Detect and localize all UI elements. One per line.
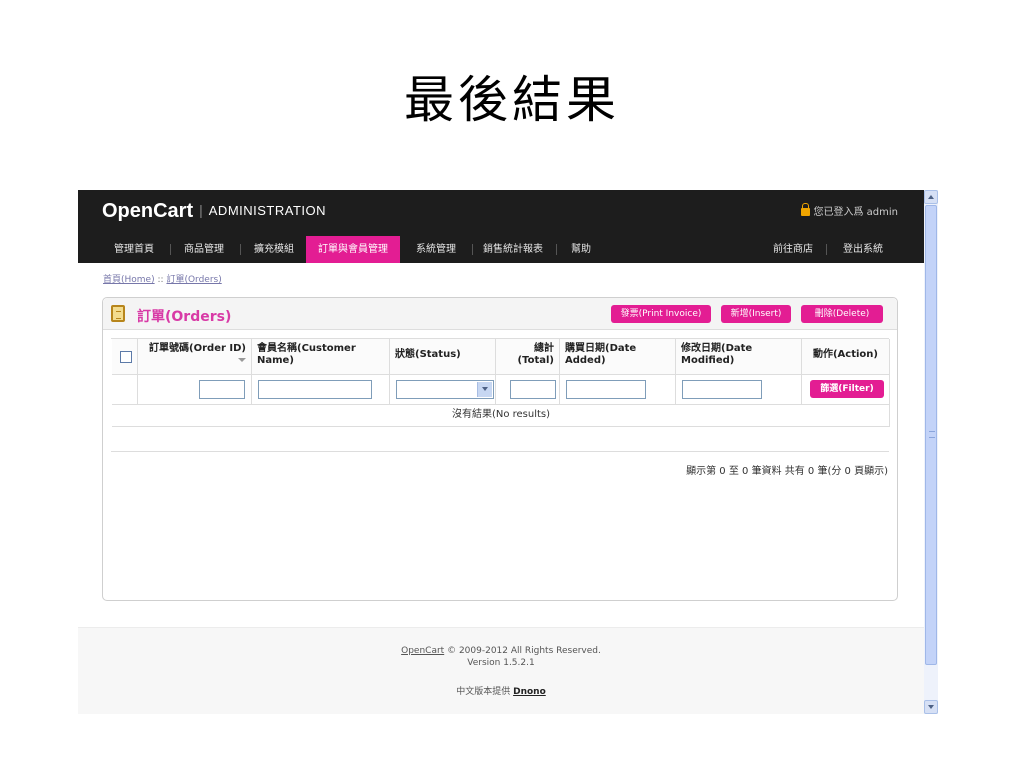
menu-item-logout[interactable]: 登出系統 [838, 236, 888, 263]
menu-divider [240, 244, 241, 255]
order-icon [111, 305, 125, 322]
browser-screenshot: OpenCart | ADMINISTRATION 您已登入爲 admin 管理首頁… [78, 190, 938, 714]
vertical-scrollbar[interactable] [924, 190, 938, 714]
filter-order-id-input[interactable] [199, 380, 245, 399]
column-header-order-id[interactable]: 訂單號碼(Order ID) [138, 339, 252, 374]
filter-status-cell [390, 375, 496, 404]
footer-translation-text: 中文版本提供 [456, 687, 511, 697]
breadcrumb-orders[interactable]: 訂單(Orders) [166, 275, 221, 285]
scroll-down-icon[interactable] [924, 700, 938, 714]
logo[interactable]: OpenCart | ADMINISTRATION [102, 200, 326, 223]
filter-date-modified-input[interactable] [682, 380, 762, 399]
column-header-date-modified[interactable]: 修改日期(Date Modified) [676, 339, 802, 374]
menu-item-reports[interactable]: 銷售統計報表 [478, 236, 548, 263]
orders-panel: 訂單(Orders) 發票(Print Invoice) 新增(Insert) … [102, 297, 898, 601]
filter-status-select[interactable] [396, 380, 494, 399]
table-header-row: 訂單號碼(Order ID) 會員名稱(Customer Name) 狀態(St… [112, 339, 890, 375]
footer-version: Version 1.5.2.1 [467, 658, 535, 668]
menu-item-help[interactable]: 幫助 [566, 236, 596, 263]
column-header-action: 動作(Action) [802, 339, 890, 374]
filter-date-added-cell [560, 375, 676, 404]
lock-icon [801, 203, 811, 216]
footer-opencart-link[interactable]: OpenCart [401, 646, 444, 656]
menu-item-system[interactable]: 系統管理 [410, 236, 462, 263]
page-title: 訂單(Orders) [137, 309, 232, 325]
menu-item-sales[interactable]: 訂單與會員管理 [306, 236, 400, 263]
grip-icon [929, 431, 935, 438]
main-menu: 管理首頁 商品管理 擴充模組 訂單與會員管理 系統管理 銷售統計報表 幫助 前往… [78, 236, 924, 263]
menu-divider [556, 244, 557, 255]
slide-title: 最後結果 [404, 71, 620, 129]
header-select-cell [112, 339, 138, 374]
filter-order-id-cell [138, 375, 252, 404]
filter-customer-cell [252, 375, 390, 404]
menu-divider [472, 244, 473, 255]
login-status: 您已登入爲 admin [801, 203, 898, 218]
filter-total-cell [496, 375, 560, 404]
pagination-divider [111, 451, 889, 452]
header-topbar: OpenCart | ADMINISTRATION 您已登入爲 admin [78, 190, 924, 230]
login-text: 您已登入爲 admin [813, 207, 898, 218]
dropdown-arrow-icon[interactable] [477, 382, 492, 397]
filter-empty-cell [112, 375, 138, 404]
menu-item-extensions[interactable]: 擴充模組 [248, 236, 300, 263]
footer-translation: 中文版本提供 Dnono [78, 684, 924, 697]
menu-divider [170, 244, 171, 255]
column-header-customer[interactable]: 會員名稱(Customer Name) [252, 339, 390, 374]
delete-button[interactable]: 刪除(Delete) [801, 305, 883, 323]
logo-brand: OpenCart [102, 200, 194, 222]
print-invoice-button[interactable]: 發票(Print Invoice) [611, 305, 711, 323]
logo-separator: | [199, 202, 203, 218]
menu-item-storefront[interactable]: 前往商店 [768, 236, 818, 263]
footer-copyright-text: © 2009-2012 All Rights Reserved. [447, 646, 601, 656]
filter-total-input[interactable] [510, 380, 556, 399]
no-results-row: 沒有結果(No results) [112, 405, 890, 427]
menu-divider [826, 244, 827, 255]
pagination-info: 顯示第 0 至 0 筆資料 共有 0 筆(分 0 頁顯示) [686, 466, 888, 477]
column-header-date-added[interactable]: 購買日期(Date Added) [560, 339, 676, 374]
filter-button[interactable]: 篩選(Filter) [810, 380, 884, 398]
menu-item-dashboard[interactable]: 管理首頁 [108, 236, 160, 263]
filter-row: 篩選(Filter) [112, 375, 890, 405]
sort-desc-icon [238, 358, 246, 362]
menu-item-catalog[interactable]: 商品管理 [178, 236, 230, 263]
admin-header: OpenCart | ADMINISTRATION 您已登入爲 admin 管理首頁… [78, 190, 924, 263]
insert-button[interactable]: 新增(Insert) [721, 305, 791, 323]
order-id-label: 訂單號碼(Order ID) [149, 343, 246, 354]
logo-administration: ADMINISTRATION [208, 203, 327, 218]
no-results-text: 沒有結果(No results) [451, 409, 551, 420]
footer-translator-link[interactable]: Dnono [513, 687, 546, 697]
footer-copyright: OpenCart © 2009-2012 All Rights Reserved… [78, 646, 924, 656]
filter-date-added-input[interactable] [566, 380, 646, 399]
breadcrumb-separator: :: [157, 275, 164, 285]
footer: OpenCart © 2009-2012 All Rights Reserved… [78, 627, 924, 714]
filter-customer-input[interactable] [258, 380, 372, 399]
scroll-up-icon[interactable] [924, 190, 938, 204]
column-header-status[interactable]: 狀態(Status) [390, 339, 496, 374]
orders-table: 訂單號碼(Order ID) 會員名稱(Customer Name) 狀態(St… [111, 338, 890, 427]
column-header-total[interactable]: 總計 (Total) [496, 339, 560, 374]
breadcrumb-home[interactable]: 首頁(Home) [103, 275, 155, 285]
select-all-checkbox[interactable] [120, 351, 132, 363]
orders-panel-header: 訂單(Orders) 發票(Print Invoice) 新增(Insert) … [103, 298, 897, 330]
filter-action-cell: 篩選(Filter) [802, 375, 890, 404]
scrollbar-thumb[interactable] [925, 205, 937, 665]
breadcrumb: 首頁(Home) :: 訂單(Orders) [103, 272, 222, 285]
filter-date-modified-cell [676, 375, 802, 404]
